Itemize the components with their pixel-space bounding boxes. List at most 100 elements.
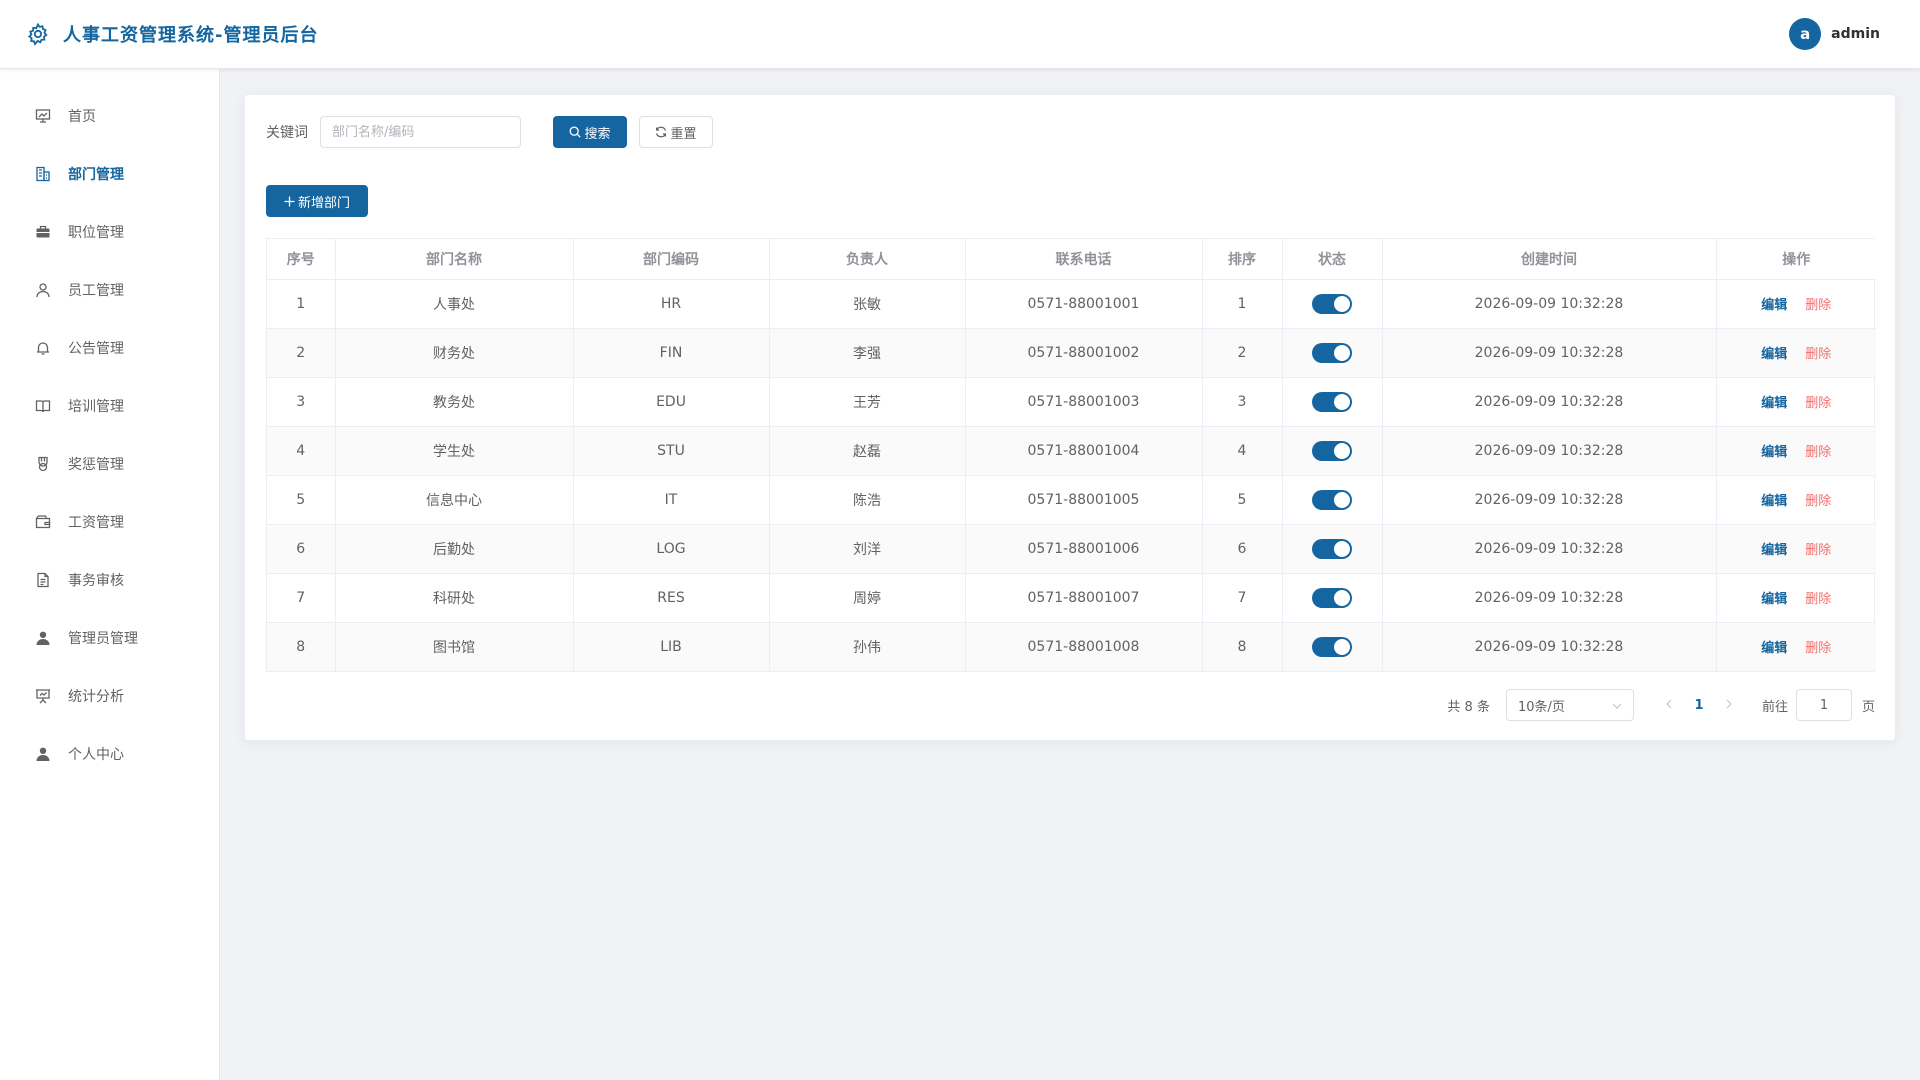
cell-name: 图书馆 (335, 622, 574, 671)
cell-name: 教务处 (335, 377, 574, 427)
delete-link[interactable]: 删除 (1805, 445, 1831, 460)
cell-phone: 0571-88001004 (965, 426, 1203, 476)
cell-code: STU (573, 426, 770, 476)
search-bar: 关键词 搜索 重置 (266, 116, 713, 148)
status-toggle[interactable] (1312, 489, 1352, 510)
page-number-current[interactable]: 1 (1684, 698, 1714, 713)
cell-phone: 0571-88001001 (965, 279, 1203, 329)
app-title: 人事工资管理系统-管理员后台 (63, 25, 319, 46)
sidebar-item-review[interactable]: 事务审核 (0, 551, 219, 609)
sidebar-item-label: 个人中心 (68, 747, 124, 763)
status-toggle[interactable] (1312, 538, 1352, 559)
sidebar-item-reward[interactable]: 奖惩管理 (0, 435, 219, 493)
delete-link[interactable]: 删除 (1805, 592, 1831, 607)
cell-name: 人事处 (335, 279, 574, 329)
sidebar-item-label: 统计分析 (68, 689, 124, 705)
sidebar-item-label: 培训管理 (68, 399, 124, 415)
edit-link[interactable]: 编辑 (1761, 641, 1787, 656)
keyword-input[interactable] (320, 116, 521, 148)
sidebar-item-notice[interactable]: 公告管理 (0, 319, 219, 377)
search-button[interactable]: 搜索 (553, 116, 627, 148)
table-row: 4 学生处 STU 赵磊 0571-88001004 4 2026-09-09 … (267, 426, 1876, 476)
sidebar: 首页 部门管理 职位管理 员工管理 公告管理 培训管理 奖惩管理 工资管理 事务… (0, 69, 220, 1080)
column-header: 创建时间 (1382, 239, 1717, 280)
edit-link[interactable]: 编辑 (1761, 298, 1787, 313)
prev-page-button[interactable] (1654, 698, 1684, 713)
username[interactable]: admin (1831, 26, 1880, 42)
table-row: 2 财务处 FIN 李强 0571-88001002 2 2026-09-09 … (267, 328, 1876, 378)
sidebar-item-label: 公告管理 (68, 341, 124, 357)
status-toggle[interactable] (1312, 342, 1352, 363)
delete-link[interactable]: 删除 (1805, 641, 1831, 656)
user-filled-icon (34, 629, 52, 647)
status-toggle[interactable] (1312, 391, 1352, 412)
sidebar-item-statistics[interactable]: 统计分析 (0, 667, 219, 725)
page-size-select[interactable]: 10条/页 (1505, 689, 1634, 721)
book-icon (34, 397, 52, 415)
sidebar-item-position[interactable]: 职位管理 (0, 203, 219, 261)
cell-code: HR (573, 279, 770, 329)
edit-link[interactable]: 编辑 (1761, 543, 1787, 558)
edit-link[interactable]: 编辑 (1761, 396, 1787, 411)
edit-link[interactable]: 编辑 (1761, 445, 1787, 460)
delete-link[interactable]: 删除 (1805, 347, 1831, 362)
table-row: 1 人事处 HR 张敏 0571-88001001 1 2026-09-09 1… (267, 279, 1876, 329)
reset-button-label: 重置 (670, 126, 697, 142)
status-toggle[interactable] (1312, 636, 1352, 657)
reset-button[interactable]: 重置 (639, 116, 713, 148)
cell-status (1282, 328, 1383, 378)
cell-index: 6 (267, 524, 336, 574)
cell-phone: 0571-88001003 (965, 377, 1203, 427)
cell-code: FIN (573, 328, 770, 378)
cell-actions: 编辑 删除 (1716, 524, 1876, 574)
keyword-label: 关键词 (266, 125, 308, 141)
sidebar-item-training[interactable]: 培训管理 (0, 377, 219, 435)
cell-sort: 4 (1202, 426, 1283, 476)
total-count: 共 8 条 (1447, 699, 1490, 715)
user-menu[interactable]: a admin (1789, 18, 1880, 50)
sidebar-item-admin[interactable]: 管理员管理 (0, 609, 219, 667)
cell-name: 科研处 (335, 573, 574, 623)
sidebar-item-salary[interactable]: 工资管理 (0, 493, 219, 551)
cell-actions: 编辑 删除 (1716, 426, 1876, 476)
cell-sort: 2 (1202, 328, 1283, 378)
sidebar-item-label: 部门管理 (68, 167, 124, 183)
cell-status (1282, 622, 1383, 671)
delete-link[interactable]: 删除 (1805, 494, 1831, 509)
status-toggle[interactable] (1312, 293, 1352, 314)
cell-sort: 1 (1202, 279, 1283, 329)
status-toggle[interactable] (1312, 587, 1352, 608)
sidebar-item-label: 首页 (68, 109, 96, 125)
chevron-down-icon (1612, 698, 1622, 713)
cell-actions: 编辑 删除 (1716, 279, 1876, 329)
sidebar-item-employee[interactable]: 员工管理 (0, 261, 219, 319)
cell-status (1282, 279, 1383, 329)
goto-label: 前往 (1761, 699, 1788, 715)
table-row: 8 图书馆 LIB 孙伟 0571-88001008 8 2026-09-09 … (267, 622, 1876, 671)
wallet-icon (34, 513, 52, 531)
sidebar-item-profile[interactable]: 个人中心 (0, 725, 219, 783)
avatar[interactable]: a (1789, 18, 1822, 50)
search-icon (569, 126, 582, 138)
cell-created: 2026-09-09 10:32:28 (1382, 622, 1717, 671)
table-row: 5 信息中心 IT 陈浩 0571-88001005 5 2026-09-09 … (267, 475, 1876, 525)
edit-link[interactable]: 编辑 (1761, 347, 1787, 362)
sidebar-item-label: 职位管理 (68, 225, 124, 241)
edit-link[interactable]: 编辑 (1761, 494, 1787, 509)
cell-created: 2026-09-09 10:32:28 (1382, 279, 1717, 329)
cell-sort: 6 (1202, 524, 1283, 574)
sidebar-item-label: 管理员管理 (68, 631, 138, 647)
delete-link[interactable]: 删除 (1805, 543, 1831, 558)
delete-link[interactable]: 删除 (1805, 396, 1831, 411)
edit-link[interactable]: 编辑 (1761, 592, 1787, 607)
goto-page-input[interactable] (1795, 689, 1852, 721)
add-department-button[interactable]: 新增部门 (266, 185, 368, 217)
cell-actions: 编辑 删除 (1716, 622, 1876, 671)
next-page-button[interactable] (1714, 698, 1744, 713)
sidebar-item-department[interactable]: 部门管理 (0, 145, 219, 203)
cell-index: 2 (267, 328, 336, 378)
status-toggle[interactable] (1312, 440, 1352, 461)
sidebar-item-home[interactable]: 首页 (0, 87, 219, 145)
sidebar-item-label: 工资管理 (68, 515, 124, 531)
delete-link[interactable]: 删除 (1805, 298, 1831, 313)
